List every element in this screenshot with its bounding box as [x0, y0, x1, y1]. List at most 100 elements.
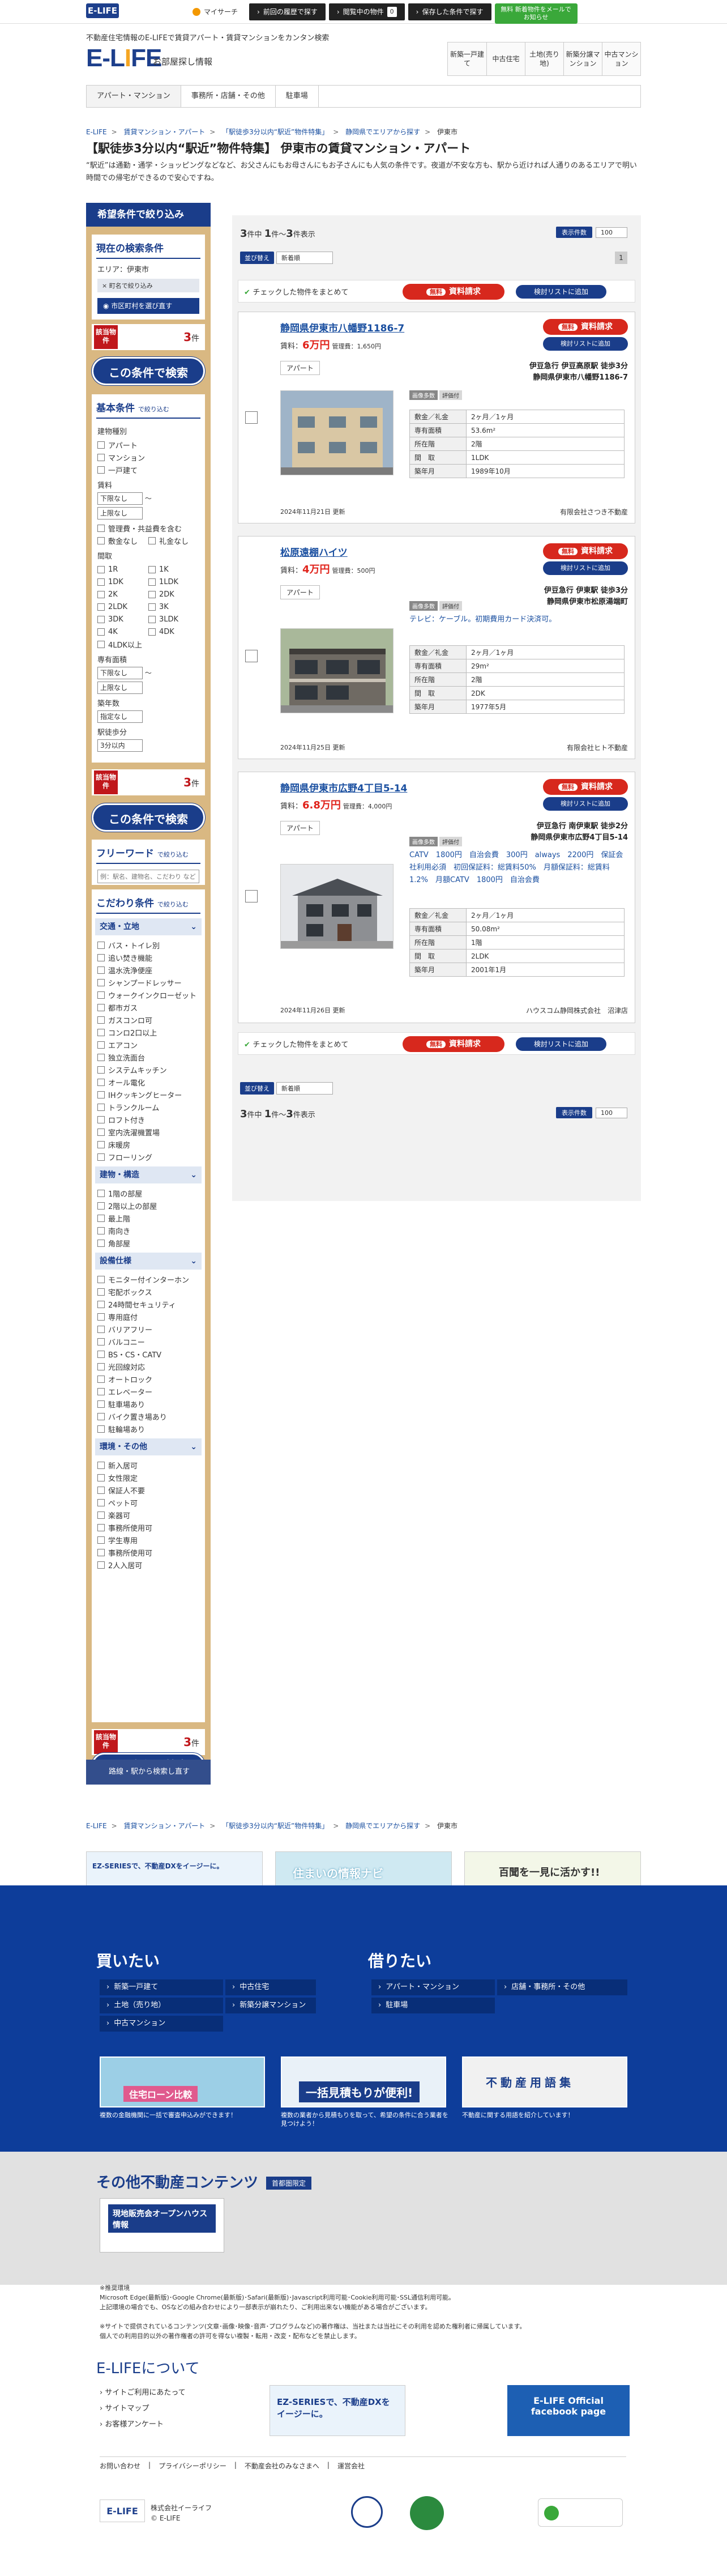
property-photo[interactable]: [280, 390, 394, 475]
free-registration-button[interactable]: 無料 新着物件をメールでお知らせ: [494, 3, 578, 24]
footer-link[interactable]: 中古マンション: [100, 2016, 223, 2032]
feature-checkbox[interactable]: 独立洗面台: [97, 1051, 199, 1063]
search-button[interactable]: この条件で検索: [92, 357, 205, 385]
feature-checkbox[interactable]: 楽器可: [97, 1509, 199, 1521]
loan-banner[interactable]: 住宅ローン比較: [100, 2056, 265, 2107]
breadcrumb-link[interactable]: 賃貸マンション・アパート: [124, 1822, 206, 1830]
breadcrumb-link[interactable]: 「駅徒歩3分以内“駅近”物件特集」: [222, 128, 328, 136]
rent-option-checkbox[interactable]: 礼金なし: [148, 534, 199, 547]
feature-checkbox[interactable]: 角部屋: [97, 1237, 199, 1249]
layout-checkbox[interactable]: 2DK: [148, 588, 199, 601]
feature-checkbox[interactable]: 保証人不要: [97, 1484, 199, 1496]
building-accordion[interactable]: 建物・構造 ⌄: [95, 1166, 202, 1183]
feature-checkbox[interactable]: オートロック: [97, 1373, 199, 1385]
page-number[interactable]: 1: [615, 252, 627, 264]
feature-checkbox[interactable]: 2階以上の部屋: [97, 1199, 199, 1212]
feature-checkbox[interactable]: シャンプードレッサー: [97, 976, 199, 989]
add-list-button[interactable]: 検討リストに追加: [543, 561, 628, 575]
feature-checkbox[interactable]: トランクルーム: [97, 1101, 199, 1113]
mysearch-link[interactable]: マイサーチ: [185, 3, 246, 20]
about-link[interactable]: › サイトご利用にあたって: [100, 2385, 186, 2401]
feature-checkbox[interactable]: 事務所使用可: [97, 1521, 199, 1534]
transport-accordion[interactable]: 交通・立地 ⌄: [95, 918, 202, 935]
nav-used-house[interactable]: 中古住宅: [486, 42, 525, 75]
bottom-link[interactable]: 運営会社: [337, 2461, 365, 2471]
feature-checkbox[interactable]: 追い焚き機能: [97, 951, 199, 964]
feature-checkbox[interactable]: バス・トイレ別: [97, 939, 199, 951]
display-count-select[interactable]: 100: [596, 227, 627, 238]
feature-checkbox[interactable]: IHクッキングヒーター: [97, 1088, 199, 1101]
agent-company[interactable]: 有限会社さつき不動産: [560, 507, 628, 517]
property-checkbox[interactable]: [245, 411, 258, 424]
feature-checkbox[interactable]: フローリング: [97, 1151, 199, 1163]
rent-option-checkbox[interactable]: 管理費・共益費を含む: [97, 522, 199, 534]
feature-checkbox[interactable]: 室内洗濯機置場: [97, 1126, 199, 1138]
agent-company[interactable]: ハウスコム静岡株式会社 沼津店: [526, 1006, 628, 1015]
feature-checkbox[interactable]: ガスコンロ可: [97, 1014, 199, 1026]
feature-checkbox[interactable]: 駐車場あり: [97, 1398, 199, 1410]
layout-checkbox[interactable]: 2K: [97, 588, 148, 601]
type-checkbox[interactable]: マンション: [97, 451, 199, 463]
site-logo[interactable]: E-LIFE: [86, 44, 162, 73]
rent-min-select[interactable]: 下限なし: [97, 492, 143, 505]
layout-checkbox[interactable]: 3K: [148, 601, 199, 613]
nav-used-mansion[interactable]: 中古マンション: [602, 42, 640, 75]
property-photo[interactable]: [280, 864, 394, 949]
feature-checkbox[interactable]: 24時間セキュリティ: [97, 1298, 199, 1310]
rent-option-checkbox[interactable]: 敷金なし: [97, 534, 148, 547]
breadcrumb-link[interactable]: 「駅徒歩3分以内“駅近”物件特集」: [222, 1822, 328, 1830]
layout-checkbox[interactable]: 4DK: [148, 625, 199, 638]
feature-checkbox[interactable]: 女性限定: [97, 1471, 199, 1484]
nav-new-house[interactable]: 新築一戸建て: [448, 42, 486, 75]
display-count-select[interactable]: 100: [596, 1107, 627, 1118]
feature-checkbox[interactable]: 2人入居可: [97, 1559, 199, 1571]
feature-checkbox[interactable]: ペット可: [97, 1496, 199, 1509]
feature-checkbox[interactable]: エレベーター: [97, 1385, 199, 1398]
feature-checkbox[interactable]: 1階の部屋: [97, 1187, 199, 1199]
about-link[interactable]: › サイトマップ: [100, 2401, 186, 2417]
env-accordion[interactable]: 環境・その他 ⌄: [95, 1438, 202, 1455]
layout-checkbox[interactable]: 1LDK: [148, 576, 199, 588]
footer-link[interactable]: 新築一戸建て: [100, 1979, 223, 1995]
equipment-accordion[interactable]: 設備仕様 ⌄: [95, 1253, 202, 1270]
bulk-list-button[interactable]: 検討リストに追加: [516, 285, 606, 299]
freeword-input[interactable]: [97, 870, 199, 883]
history-link[interactable]: › 前回の履歴で探す: [249, 3, 326, 20]
feature-checkbox[interactable]: 学生専用: [97, 1534, 199, 1546]
feature-checkbox[interactable]: バルコニー: [97, 1335, 199, 1348]
footer-link[interactable]: 店舗・事務所・その他: [497, 1979, 627, 1995]
layout-checkbox[interactable]: 2LDK: [97, 601, 148, 613]
bottom-link[interactable]: 不動産会社のみなさまへ: [245, 2461, 319, 2471]
property-name[interactable]: 静岡県伊東市広野4丁目5-14: [280, 780, 407, 794]
type-checkbox[interactable]: アパート: [97, 438, 199, 451]
layout-checkbox[interactable]: 1R: [97, 563, 148, 576]
feature-checkbox[interactable]: エアコン: [97, 1038, 199, 1051]
sort-select[interactable]: 新着順: [276, 252, 333, 264]
feature-checkbox[interactable]: コンロ2口以上: [97, 1026, 199, 1038]
age-select[interactable]: 指定なし: [97, 710, 143, 723]
feature-checkbox[interactable]: BS・CS・CATV: [97, 1348, 199, 1360]
property-name[interactable]: 松原遠棚ハイツ: [280, 544, 348, 559]
layout-checkbox[interactable]: 3DK: [97, 613, 148, 625]
feature-checkbox[interactable]: オール電化: [97, 1076, 199, 1088]
feature-checkbox[interactable]: モニター付インターホン: [97, 1273, 199, 1285]
feature-checkbox[interactable]: 床暖房: [97, 1138, 199, 1151]
layout-checkbox[interactable]: 4K: [97, 625, 148, 638]
viewed-link[interactable]: › 閲覧中の物件 0: [328, 3, 405, 20]
layout-checkbox[interactable]: 3LDK: [148, 613, 199, 625]
openhouse-banner[interactable]: 現地販売会オープンハウス情報: [100, 2198, 224, 2253]
feature-checkbox[interactable]: バイク置き場あり: [97, 1410, 199, 1423]
subnav-apartment[interactable]: アパート・マンション: [87, 86, 181, 107]
footer-link[interactable]: 土地（売り地）: [100, 1998, 223, 2013]
feature-checkbox[interactable]: システムキッチン: [97, 1063, 199, 1076]
feature-checkbox[interactable]: ウォークインクローゼット: [97, 989, 199, 1001]
footer-logo[interactable]: E-LIFE: [100, 2500, 145, 2522]
bulk-list-button[interactable]: 検討リストに追加: [516, 1037, 606, 1051]
property-name[interactable]: 静岡県伊東市八幡野1186-7: [280, 320, 404, 334]
layout-checkbox[interactable]: 4LDK以上: [97, 638, 148, 650]
request-button[interactable]: 無料 資料請求: [543, 319, 628, 335]
area-max-select[interactable]: 上限なし: [97, 682, 143, 694]
glossary-banner[interactable]: 不動産用語集: [462, 2056, 627, 2107]
breadcrumb-link[interactable]: 賃貸マンション・アパート: [124, 128, 206, 136]
remove-town-filter[interactable]: × 町名で絞り込み: [97, 279, 199, 292]
